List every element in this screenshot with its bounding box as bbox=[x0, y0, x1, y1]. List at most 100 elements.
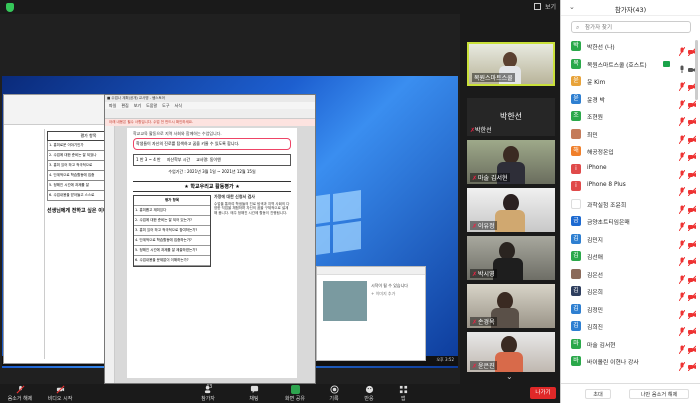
unmute-button[interactable]: 음소거 해제 bbox=[4, 385, 36, 402]
participant-search[interactable]: ⌕ bbox=[571, 21, 691, 33]
participant-row[interactable]: 김은선 bbox=[561, 265, 700, 284]
mic-muted-icon[interactable] bbox=[678, 76, 686, 92]
participant-name: 금양초트티임은매 bbox=[587, 220, 630, 226]
chevron-down-icon[interactable]: ⌄ bbox=[506, 372, 513, 381]
camera-off-icon[interactable] bbox=[687, 286, 697, 302]
video-tile[interactable]: ✗윤은진 bbox=[467, 332, 555, 372]
video-tile[interactable]: 목원스마트스쿨 bbox=[467, 42, 555, 86]
camera-off-icon[interactable] bbox=[687, 251, 697, 267]
image-popup-window[interactable]: 시작이 될 수 있습니다 + 이미지 추가 bbox=[316, 266, 426, 361]
avatar: 윤 bbox=[571, 93, 581, 104]
participant-row[interactable]: 조 조현원 bbox=[561, 107, 700, 127]
eval-row: 5. 정해진 시간에 과제를 잘 제출하였는가? bbox=[134, 246, 210, 256]
participant-row[interactable]: 박 박한선 (나) bbox=[561, 37, 700, 57]
video-tile[interactable]: ✗마술 김서현 bbox=[467, 140, 555, 184]
video-tile[interactable]: ✗손경옥 bbox=[467, 284, 555, 328]
mic-muted-icon[interactable] bbox=[678, 111, 686, 127]
record-button[interactable]: 기록 bbox=[326, 385, 342, 402]
camera-off-icon[interactable] bbox=[687, 304, 697, 319]
video-tile-no-video[interactable]: 박한선 ✗박한선 bbox=[467, 98, 555, 136]
participants-label: 참가자 bbox=[201, 396, 215, 402]
participants-button[interactable]: 43 참가자 bbox=[196, 384, 220, 402]
menu-item[interactable]: 도구 bbox=[162, 102, 169, 109]
start-video-button[interactable]: 비디오 시작 bbox=[44, 385, 76, 402]
participant-name: iPhone 8 Plus bbox=[587, 182, 626, 188]
participant-row[interactable]: 해 해공정온입 bbox=[561, 142, 700, 162]
mic-muted-icon[interactable] bbox=[678, 321, 686, 337]
mic-muted-icon[interactable] bbox=[678, 356, 686, 372]
reactions-button[interactable]: 반응 bbox=[360, 385, 378, 402]
camera-off-icon[interactable] bbox=[687, 111, 697, 127]
mic-muted-icon[interactable] bbox=[678, 234, 686, 249]
participant-row[interactable]: 윤 윤 Kim bbox=[561, 72, 700, 92]
participant-row[interactable]: 김 김은희 bbox=[561, 282, 700, 302]
video-tile[interactable]: ✗박시영 bbox=[467, 236, 555, 280]
participant-row[interactable]: 과학실험 조윤희 bbox=[561, 195, 700, 214]
camera-off-icon[interactable] bbox=[687, 146, 697, 162]
avatar: 김 bbox=[571, 251, 581, 261]
participant-row[interactable]: 목 목원스마트스쿨 (호스트) bbox=[561, 55, 700, 73]
mic-muted-icon[interactable] bbox=[678, 41, 686, 57]
participant-row[interactable]: i iPhone bbox=[561, 160, 700, 179]
list-scrollbar[interactable] bbox=[695, 40, 698, 100]
camera-off-icon[interactable] bbox=[687, 129, 697, 144]
camera-off-icon[interactable] bbox=[687, 321, 697, 337]
avatar: 해 bbox=[571, 146, 581, 156]
participant-row[interactable]: 김 김정민 bbox=[561, 300, 700, 319]
chat-button[interactable]: 채팅 bbox=[244, 385, 264, 402]
participant-row[interactable]: 김 김민지 bbox=[561, 230, 700, 249]
participant-row[interactable]: 마 마술 김서현 bbox=[561, 335, 700, 354]
menu-item[interactable]: 서식 bbox=[175, 102, 182, 109]
reactions-label: 반응 bbox=[364, 396, 374, 402]
mic-muted-icon[interactable] bbox=[678, 269, 686, 284]
participant-name: 과학실험 조윤희 bbox=[587, 202, 627, 209]
participant-row[interactable]: i iPhone 8 Plus bbox=[561, 177, 700, 197]
mic-muted-icon[interactable] bbox=[678, 286, 686, 302]
camera-off-icon[interactable] bbox=[687, 339, 697, 354]
video-tile[interactable]: ✗이유정 bbox=[467, 188, 555, 232]
popup-subtitle: + 이미지 추가 bbox=[371, 291, 396, 296]
camera-off-icon[interactable] bbox=[687, 181, 697, 197]
security-shield-icon[interactable] bbox=[6, 3, 14, 12]
leave-button[interactable]: 나가기 bbox=[530, 387, 556, 399]
menu-item[interactable]: 보기 bbox=[134, 102, 141, 109]
menu-item[interactable]: 편집 bbox=[121, 102, 128, 109]
menu-item[interactable]: 파일 bbox=[109, 102, 116, 109]
camera-off-icon[interactable] bbox=[687, 199, 697, 214]
camera-off-icon[interactable] bbox=[687, 164, 697, 179]
mic-muted-icon[interactable] bbox=[678, 339, 686, 354]
mic-muted-icon[interactable] bbox=[678, 199, 686, 214]
participant-row[interactable]: 윤 윤경 박 bbox=[561, 90, 700, 109]
participant-row[interactable]: 김 김선애 bbox=[561, 247, 700, 267]
mic-muted-icon[interactable] bbox=[678, 216, 686, 232]
camera-off-icon[interactable] bbox=[687, 234, 697, 249]
pdf-viewer-window[interactable]: ■ 수업나 계획(공개) 교사명 - 쌤스토어 파일 편집 보기 도움말 도구 … bbox=[104, 94, 316, 384]
camera-off-icon[interactable] bbox=[687, 356, 697, 372]
camera-off-icon[interactable] bbox=[687, 216, 697, 232]
participant-row[interactable]: 금 금양초트티임은매 bbox=[561, 212, 700, 232]
mic-muted-icon[interactable] bbox=[678, 94, 686, 109]
mic-muted-icon[interactable] bbox=[678, 129, 686, 144]
mic-muted-icon[interactable] bbox=[678, 304, 686, 319]
participant-row[interactable]: 최민 bbox=[561, 125, 700, 144]
panel-footer: 초대 나만 음소거 해제 bbox=[561, 383, 700, 403]
participant-row[interactable]: 김 김희진 bbox=[561, 317, 700, 337]
search-input[interactable] bbox=[585, 23, 685, 32]
view-control[interactable]: 보기 bbox=[533, 2, 556, 11]
unmute-me-button[interactable]: 나만 음소거 해제 bbox=[629, 389, 689, 399]
chat-label: 채팅 bbox=[249, 396, 259, 402]
participant-row[interactable]: 바 바이올린 이현나 강사 bbox=[561, 352, 700, 372]
mic-muted-icon[interactable] bbox=[678, 164, 686, 179]
pdf-heading: ★ 학교우리교 활동평가 ★ bbox=[133, 181, 291, 192]
share-screen-button[interactable]: 화면 공유 bbox=[282, 385, 308, 402]
mic-muted-icon[interactable] bbox=[678, 146, 686, 162]
host-video-badge-icon bbox=[663, 60, 670, 67]
mic-muted-icon[interactable] bbox=[678, 181, 686, 197]
mic-icon[interactable] bbox=[679, 59, 685, 73]
camera-off-icon[interactable] bbox=[687, 269, 697, 284]
apps-button[interactable]: 앱 bbox=[396, 385, 410, 402]
mic-muted-icon[interactable] bbox=[678, 251, 686, 267]
menu-item[interactable]: 도움말 bbox=[146, 102, 157, 109]
invite-button[interactable]: 초대 bbox=[585, 389, 611, 399]
tile-name: ✗손경옥 bbox=[470, 317, 497, 326]
